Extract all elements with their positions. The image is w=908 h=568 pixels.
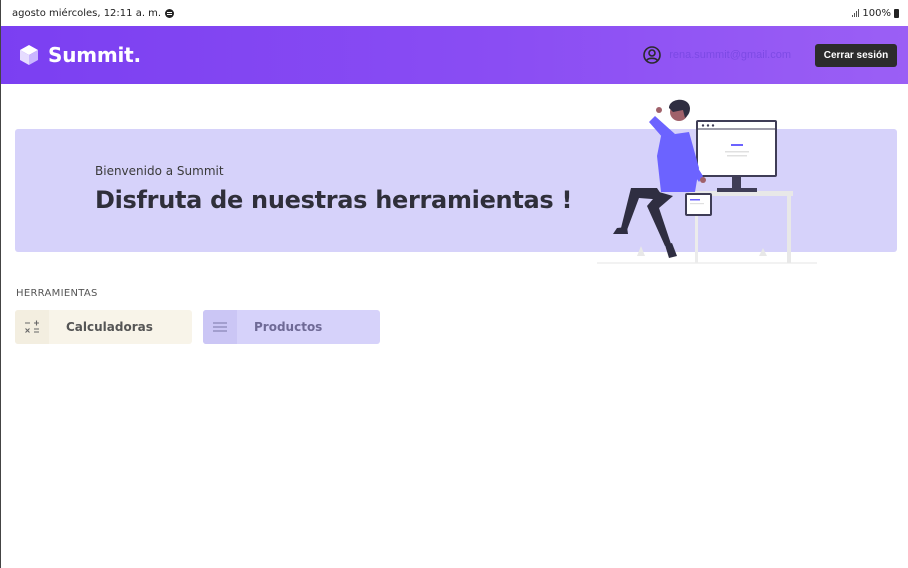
calculator-icon (25, 320, 39, 333)
tool-icon-box (15, 310, 49, 344)
top-header: Summit. rena.summit@gmail.com Cerrar ses… (1, 26, 908, 84)
brand-name: Summit. (48, 43, 141, 67)
logout-button[interactable]: Cerrar sesión (815, 43, 897, 67)
user-email: rena.summit@gmail.com (669, 49, 791, 61)
notification-icon (165, 8, 175, 18)
list-icon (213, 322, 227, 332)
status-bar: agosto miércoles, 12:11 a. m. 100% (1, 0, 908, 26)
tool-calculadoras[interactable]: Calculadoras (15, 310, 192, 344)
person-at-computer-illustration (597, 99, 817, 264)
status-datetime: agosto miércoles, 12:11 a. m. (12, 7, 162, 19)
tool-label: Productos (254, 320, 323, 334)
battery-level: 100% (862, 7, 891, 19)
status-right: 100% (852, 8, 899, 19)
tools-section-label: HERRAMIENTAS (16, 288, 98, 299)
user-avatar-icon[interactable] (643, 46, 661, 64)
brand-logo[interactable]: Summit. (18, 43, 141, 67)
banner-title: Disfruta de nuestras herramientas ! (95, 186, 573, 214)
signal-icon (852, 9, 860, 17)
tool-productos[interactable]: Productos (203, 310, 380, 344)
user-area: rena.summit@gmail.com Cerrar sesión (643, 43, 897, 67)
status-left: agosto miércoles, 12:11 a. m. (12, 7, 175, 19)
cube-icon (20, 45, 38, 65)
tool-icon-box (203, 310, 237, 344)
banner-subtitle: Bienvenido a Summit (95, 164, 224, 178)
battery-icon (894, 8, 899, 18)
tool-label: Calculadoras (66, 320, 153, 334)
